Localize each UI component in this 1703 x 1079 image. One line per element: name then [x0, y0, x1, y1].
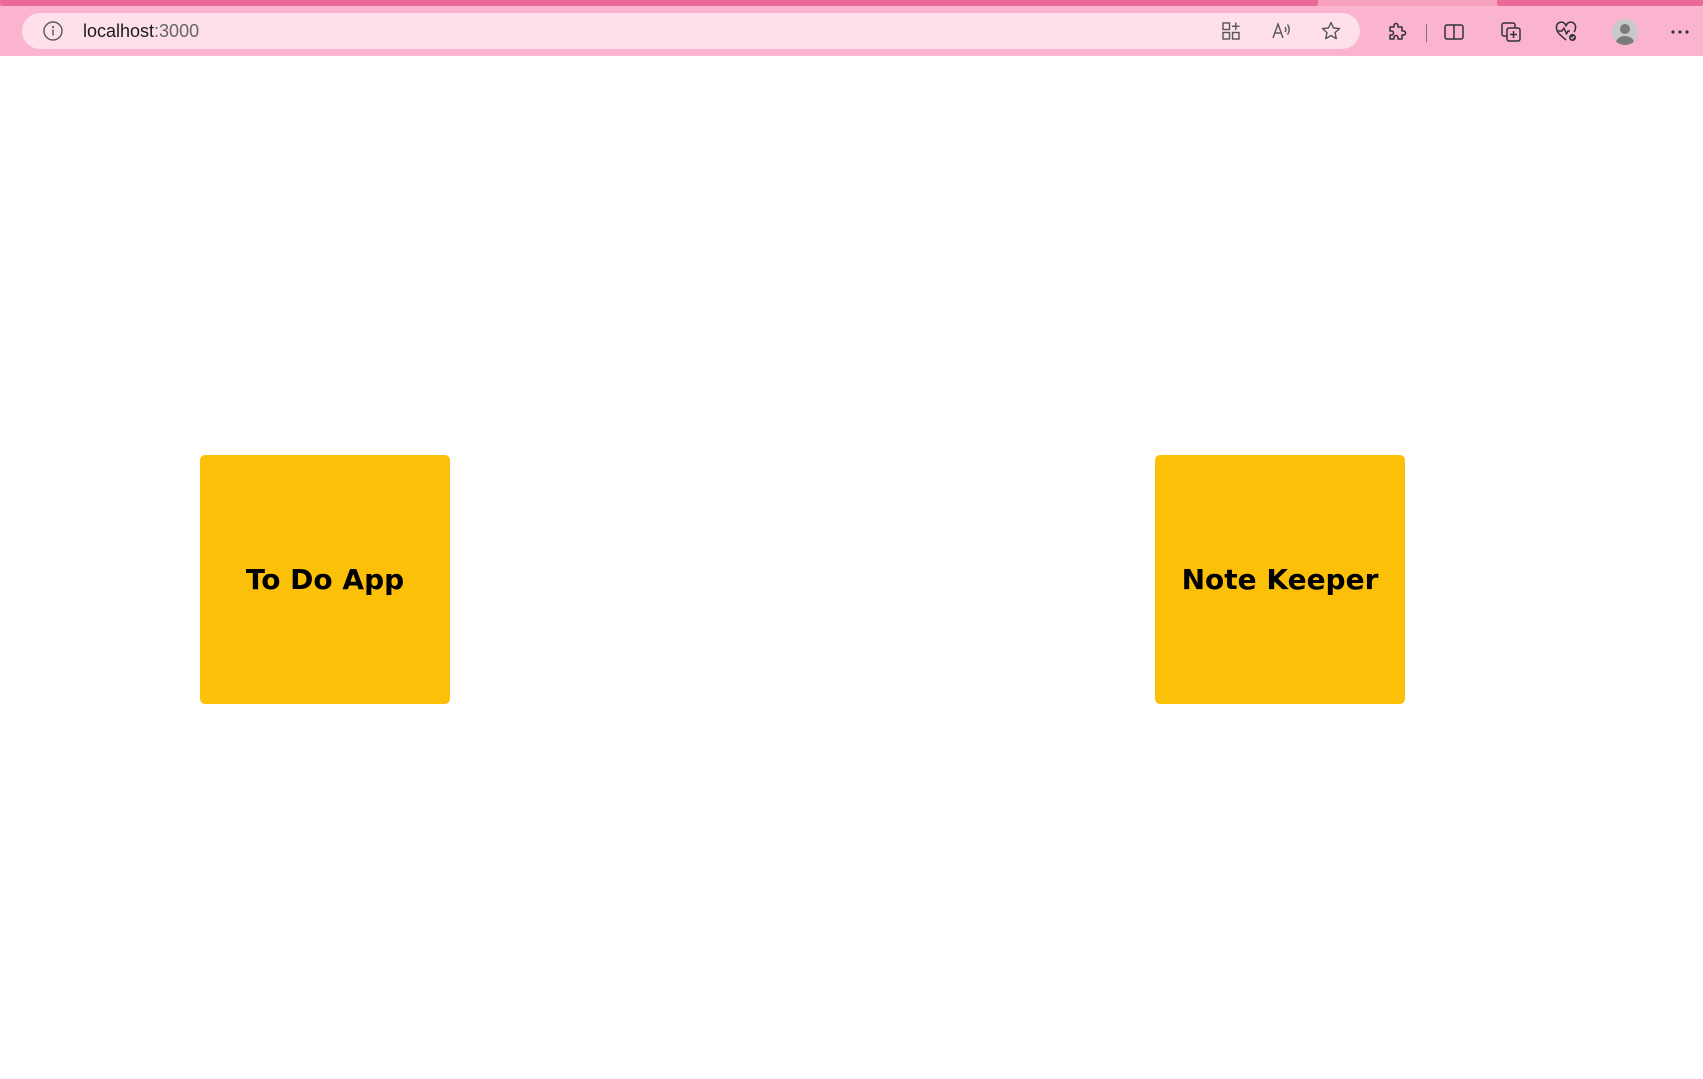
apps-icon[interactable]: [1220, 20, 1242, 42]
url-host: localhost: [83, 21, 155, 41]
info-icon[interactable]: [42, 20, 64, 42]
address-bar[interactable]: localhost:3000: [22, 13, 1360, 49]
todo-app-card[interactable]: To Do App: [200, 455, 450, 704]
read-aloud-icon[interactable]: [1270, 20, 1292, 42]
avatar-icon[interactable]: [1612, 19, 1638, 45]
collections-icon[interactable]: [1499, 20, 1523, 44]
note-keeper-card[interactable]: Note Keeper: [1155, 455, 1405, 704]
heart-pulse-icon[interactable]: [1554, 20, 1578, 44]
todo-app-label: To Do App: [245, 563, 405, 596]
note-keeper-label: Note Keeper: [1181, 563, 1379, 596]
more-icon[interactable]: [1668, 20, 1692, 44]
url-port: :3000: [154, 21, 200, 41]
browser-toolbar: localhost:3000: [0, 6, 1703, 56]
split-screen-icon[interactable]: [1442, 20, 1466, 44]
url-text[interactable]: localhost:3000: [83, 21, 199, 41]
star-icon[interactable]: [1320, 20, 1342, 42]
toolbar-divider: [1426, 24, 1427, 42]
puzzle-icon[interactable]: [1385, 20, 1409, 44]
